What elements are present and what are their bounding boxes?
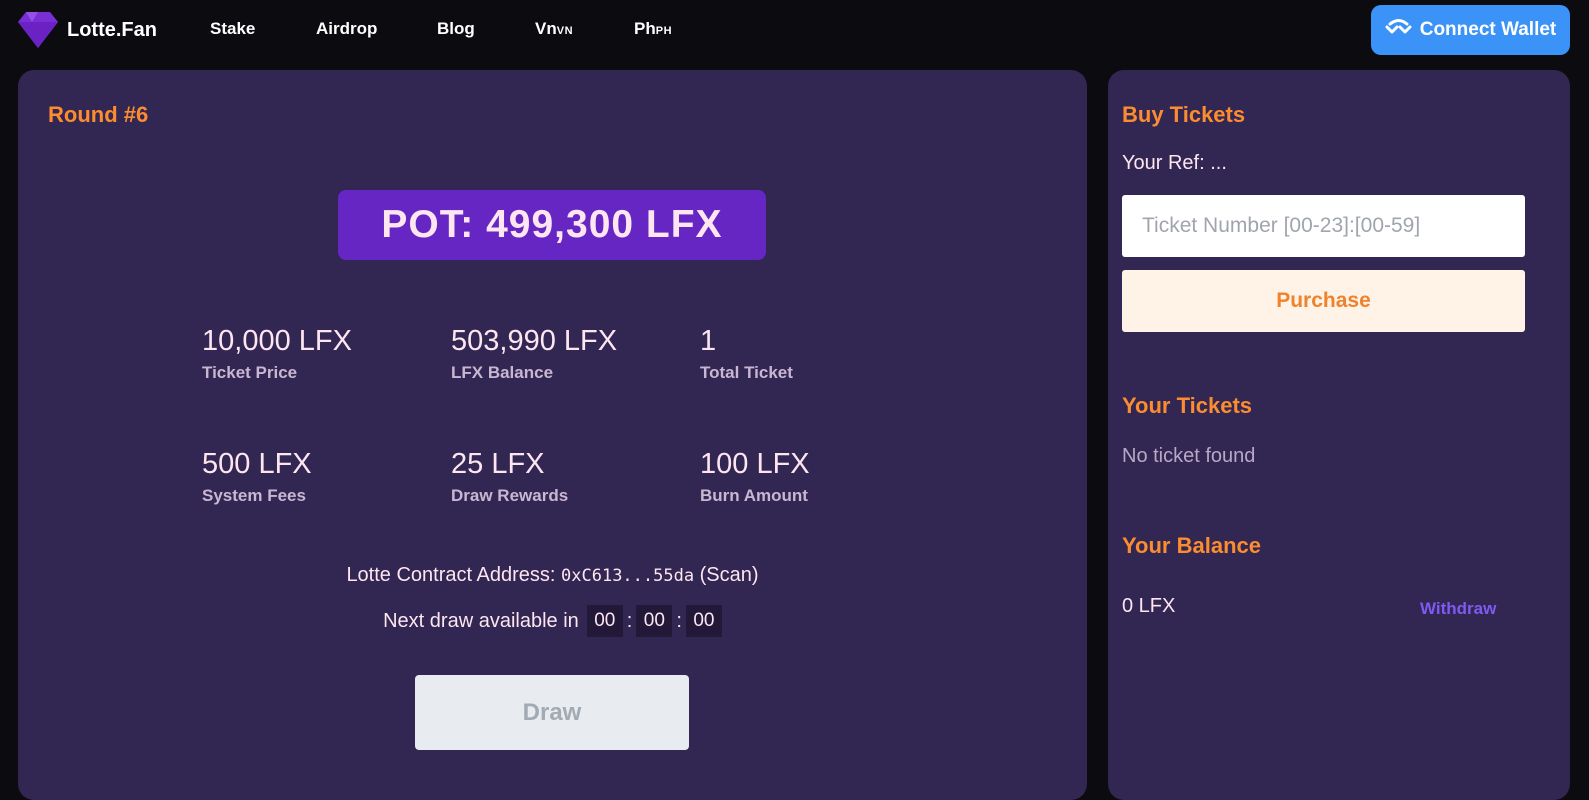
countdown-minutes: 00 [636,605,673,637]
top-navbar: Lotte.Fan Stake Airdrop Blog VnVN PhPH C… [0,0,1589,60]
ph-flag-label: PH [655,25,673,37]
contract-address[interactable]: 0xC613...55da [561,566,694,586]
your-balance-title: Your Balance [1122,533,1261,558]
buy-tickets-title: Buy Tickets [1122,102,1246,127]
stat-system-fees: 500 LFX System Fees [202,448,312,506]
stat-draw-rewards: 25 LFX Draw Rewards [451,448,568,506]
vn-flag-label: VN [556,25,574,37]
nav-blog[interactable]: Blog [437,19,475,39]
ticket-number-input[interactable] [1122,195,1525,257]
connect-wallet-label: Connect Wallet [1419,19,1557,40]
round-title: Round #6 [48,102,149,127]
stat-label: Ticket Price [202,363,298,382]
next-draw-countdown: Next draw available in 00 : 00 : 00 [18,605,1087,637]
stat-burn-amount: 100 LFX Burn Amount [700,448,810,506]
stat-label: Burn Amount [700,486,808,505]
stat-lfx-balance: 503,990 LFX LFX Balance [451,325,617,383]
stat-value: 1 [700,325,717,357]
contract-label: Lotte Contract Address: [346,564,556,586]
withdraw-link[interactable]: Withdraw [1420,599,1496,619]
no-ticket-message: No ticket found [1122,445,1256,467]
nav-stake[interactable]: Stake [210,19,255,39]
stat-value: 10,000 LFX [202,325,352,357]
scan-link[interactable]: (Scan) [700,564,759,586]
stat-ticket-price: 10,000 LFX Ticket Price [202,325,352,383]
contract-address-line: Lotte Contract Address: 0xC613...55da (S… [18,564,1087,587]
stat-label: System Fees [202,486,306,505]
nav-language-ph[interactable]: PhPH [634,19,672,41]
round-panel: Round #6 POT: 499,300 LFX 10,000 LFX Tic… [18,70,1087,800]
walletconnect-icon [1385,18,1420,42]
purchase-button[interactable]: Purchase [1122,270,1525,332]
referral-text: Your Ref: ... [1122,152,1227,174]
connect-wallet-button[interactable]: Connect Wallet [1371,5,1570,55]
stat-value: 500 LFX [202,448,312,480]
brand-name: Lotte.Fan [67,18,157,41]
next-draw-label: Next draw available in [383,609,579,632]
sidebar-panel: Buy Tickets Your Ref: ... Purchase Your … [1108,70,1570,800]
stat-label: LFX Balance [451,363,554,382]
stat-value: 25 LFX [451,448,545,480]
draw-button[interactable]: Draw [415,675,689,750]
stat-label: Total Ticket [700,363,793,382]
stat-total-ticket: 1 Total Ticket [700,325,793,383]
stat-value: 503,990 LFX [451,325,618,357]
stat-value: 100 LFX [700,448,810,480]
countdown-hours: 00 [586,605,623,637]
countdown-separator: : [676,609,682,632]
pot-amount: POT: 499,300 LFX [338,190,766,260]
countdown-seconds: 00 [685,605,722,637]
your-tickets-title: Your Tickets [1122,393,1253,418]
nav-language-vn[interactable]: VnVN [535,19,573,41]
nav-airdrop[interactable]: Airdrop [316,19,377,39]
balance-value: 0 LFX [1122,595,1176,617]
stat-label: Draw Rewards [451,486,569,505]
gem-logo-icon [18,12,58,48]
countdown-separator: : [626,609,633,632]
brand-logo[interactable]: Lotte.Fan [18,12,157,48]
